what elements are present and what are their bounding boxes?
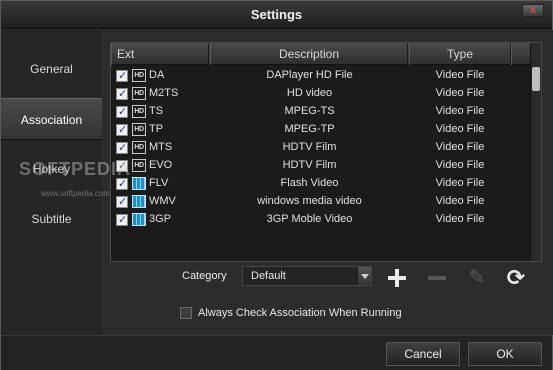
row-type: Video File xyxy=(435,123,485,135)
table-row[interactable]: 3GP 3GP Moble Video Video File xyxy=(111,211,531,229)
add-icon[interactable] xyxy=(385,266,409,290)
row-ext: FLV xyxy=(149,177,169,189)
table-row[interactable]: FLV Flash Video Video File xyxy=(111,175,531,193)
row-ext: MTS xyxy=(149,141,173,153)
row-ext: 3GP xyxy=(149,213,172,225)
row-type: Video File xyxy=(435,141,485,153)
film-icon xyxy=(132,177,146,190)
sidebar-item-association[interactable]: Association xyxy=(1,98,102,140)
row-description: HDTV Film xyxy=(282,159,337,171)
row-description: windows media video xyxy=(257,195,362,207)
row-ext: TP xyxy=(149,123,164,135)
row-type: Video File xyxy=(435,87,485,99)
vertical-scrollbar[interactable] xyxy=(530,43,541,261)
column-header-spacer xyxy=(511,43,531,65)
row-ext: EVO xyxy=(149,159,173,171)
table-row[interactable]: HDMTS HDTV Film Video File xyxy=(111,139,531,157)
film-icon xyxy=(132,213,146,226)
sidebar: General Association Hotkey Subtitle xyxy=(1,30,102,335)
title-bar: Settings x xyxy=(1,1,552,29)
row-checkbox[interactable] xyxy=(116,87,128,100)
refresh-icon[interactable]: ⟳ xyxy=(504,266,528,290)
association-panel: Ext Description Type HDDADAPlayer HD Fil… xyxy=(102,30,553,335)
window-title: Settings xyxy=(250,7,303,22)
film-icon xyxy=(132,195,146,208)
category-label: Category xyxy=(182,270,227,282)
sidebar-item-subtitle[interactable]: Subtitle xyxy=(1,198,102,240)
row-type: Video File xyxy=(435,177,485,189)
table-row[interactable]: HDTP MPEG-TP Video File xyxy=(111,121,531,139)
row-type: Video File xyxy=(435,69,485,81)
row-ext: DA xyxy=(149,69,165,81)
watermark-logo: SOFTPEDIA xyxy=(19,159,132,179)
row-ext: WMV xyxy=(149,195,176,207)
row-ext: M2TS xyxy=(149,87,179,99)
hd-icon: HD xyxy=(132,159,146,172)
always-check-checkbox[interactable] xyxy=(180,307,192,319)
row-description: Flash Video xyxy=(280,177,339,189)
sidebar-item-general[interactable]: General xyxy=(1,48,102,90)
row-type: Video File xyxy=(435,195,485,207)
row-checkbox[interactable] xyxy=(116,213,128,226)
hd-icon: HD xyxy=(132,123,146,136)
row-description: DAPlayer HD File xyxy=(266,69,353,81)
row-description: MPEG-TP xyxy=(284,123,335,135)
table-header: Ext Description Type xyxy=(111,43,531,65)
chevron-down-icon[interactable] xyxy=(357,267,371,285)
hd-icon: HD xyxy=(132,141,146,154)
column-header-type[interactable]: Type xyxy=(409,43,511,65)
cancel-button[interactable]: Cancel xyxy=(386,342,460,366)
table-row[interactable]: HDM2TS HD video Video File xyxy=(111,85,531,103)
dialog-footer: Cancel OK xyxy=(1,335,552,370)
column-header-ext[interactable]: Ext xyxy=(111,43,209,65)
remove-icon[interactable] xyxy=(425,266,449,290)
row-description: HD video xyxy=(286,87,333,99)
row-checkbox[interactable] xyxy=(116,123,128,136)
category-select[interactable]: Default xyxy=(242,266,372,286)
column-header-description[interactable]: Description xyxy=(210,43,408,65)
hd-icon: HD xyxy=(132,87,146,100)
row-checkbox[interactable] xyxy=(116,105,128,118)
scrollbar-thumb[interactable] xyxy=(532,67,540,91)
hd-icon: HD xyxy=(132,69,146,82)
table-row[interactable]: HDEVO HDTV Film Video File xyxy=(111,157,531,175)
table-row[interactable]: WMV windows media video Video File xyxy=(111,193,531,211)
close-button[interactable]: x xyxy=(522,4,544,17)
settings-window: Settings x General Association Hotkey Su… xyxy=(0,0,553,370)
row-checkbox[interactable] xyxy=(116,69,128,82)
row-ext: TS xyxy=(149,105,164,117)
row-description: MPEG-TS xyxy=(284,105,335,117)
row-checkbox[interactable] xyxy=(116,141,128,154)
row-type: Video File xyxy=(435,213,485,225)
ok-button[interactable]: OK xyxy=(468,342,542,366)
category-value: Default xyxy=(251,270,286,282)
row-checkbox[interactable] xyxy=(116,195,128,208)
table-row[interactable]: HDDA DAPlayer HD File Video File xyxy=(111,67,531,85)
edit-icon[interactable]: ✎ xyxy=(465,266,489,290)
row-type: Video File xyxy=(435,105,485,117)
association-table: Ext Description Type HDDADAPlayer HD Fil… xyxy=(110,42,542,262)
watermark-url: www.softpedia.com xyxy=(41,189,110,198)
row-type: Video File xyxy=(435,159,485,171)
row-description: 3GP Moble Video xyxy=(266,213,353,225)
always-check-label[interactable]: Always Check Association When Running xyxy=(198,307,402,319)
table-row[interactable]: HDTS MPEG-TS Video File xyxy=(111,103,531,121)
hd-icon: HD xyxy=(132,105,146,118)
row-description: HDTV Film xyxy=(282,141,337,153)
